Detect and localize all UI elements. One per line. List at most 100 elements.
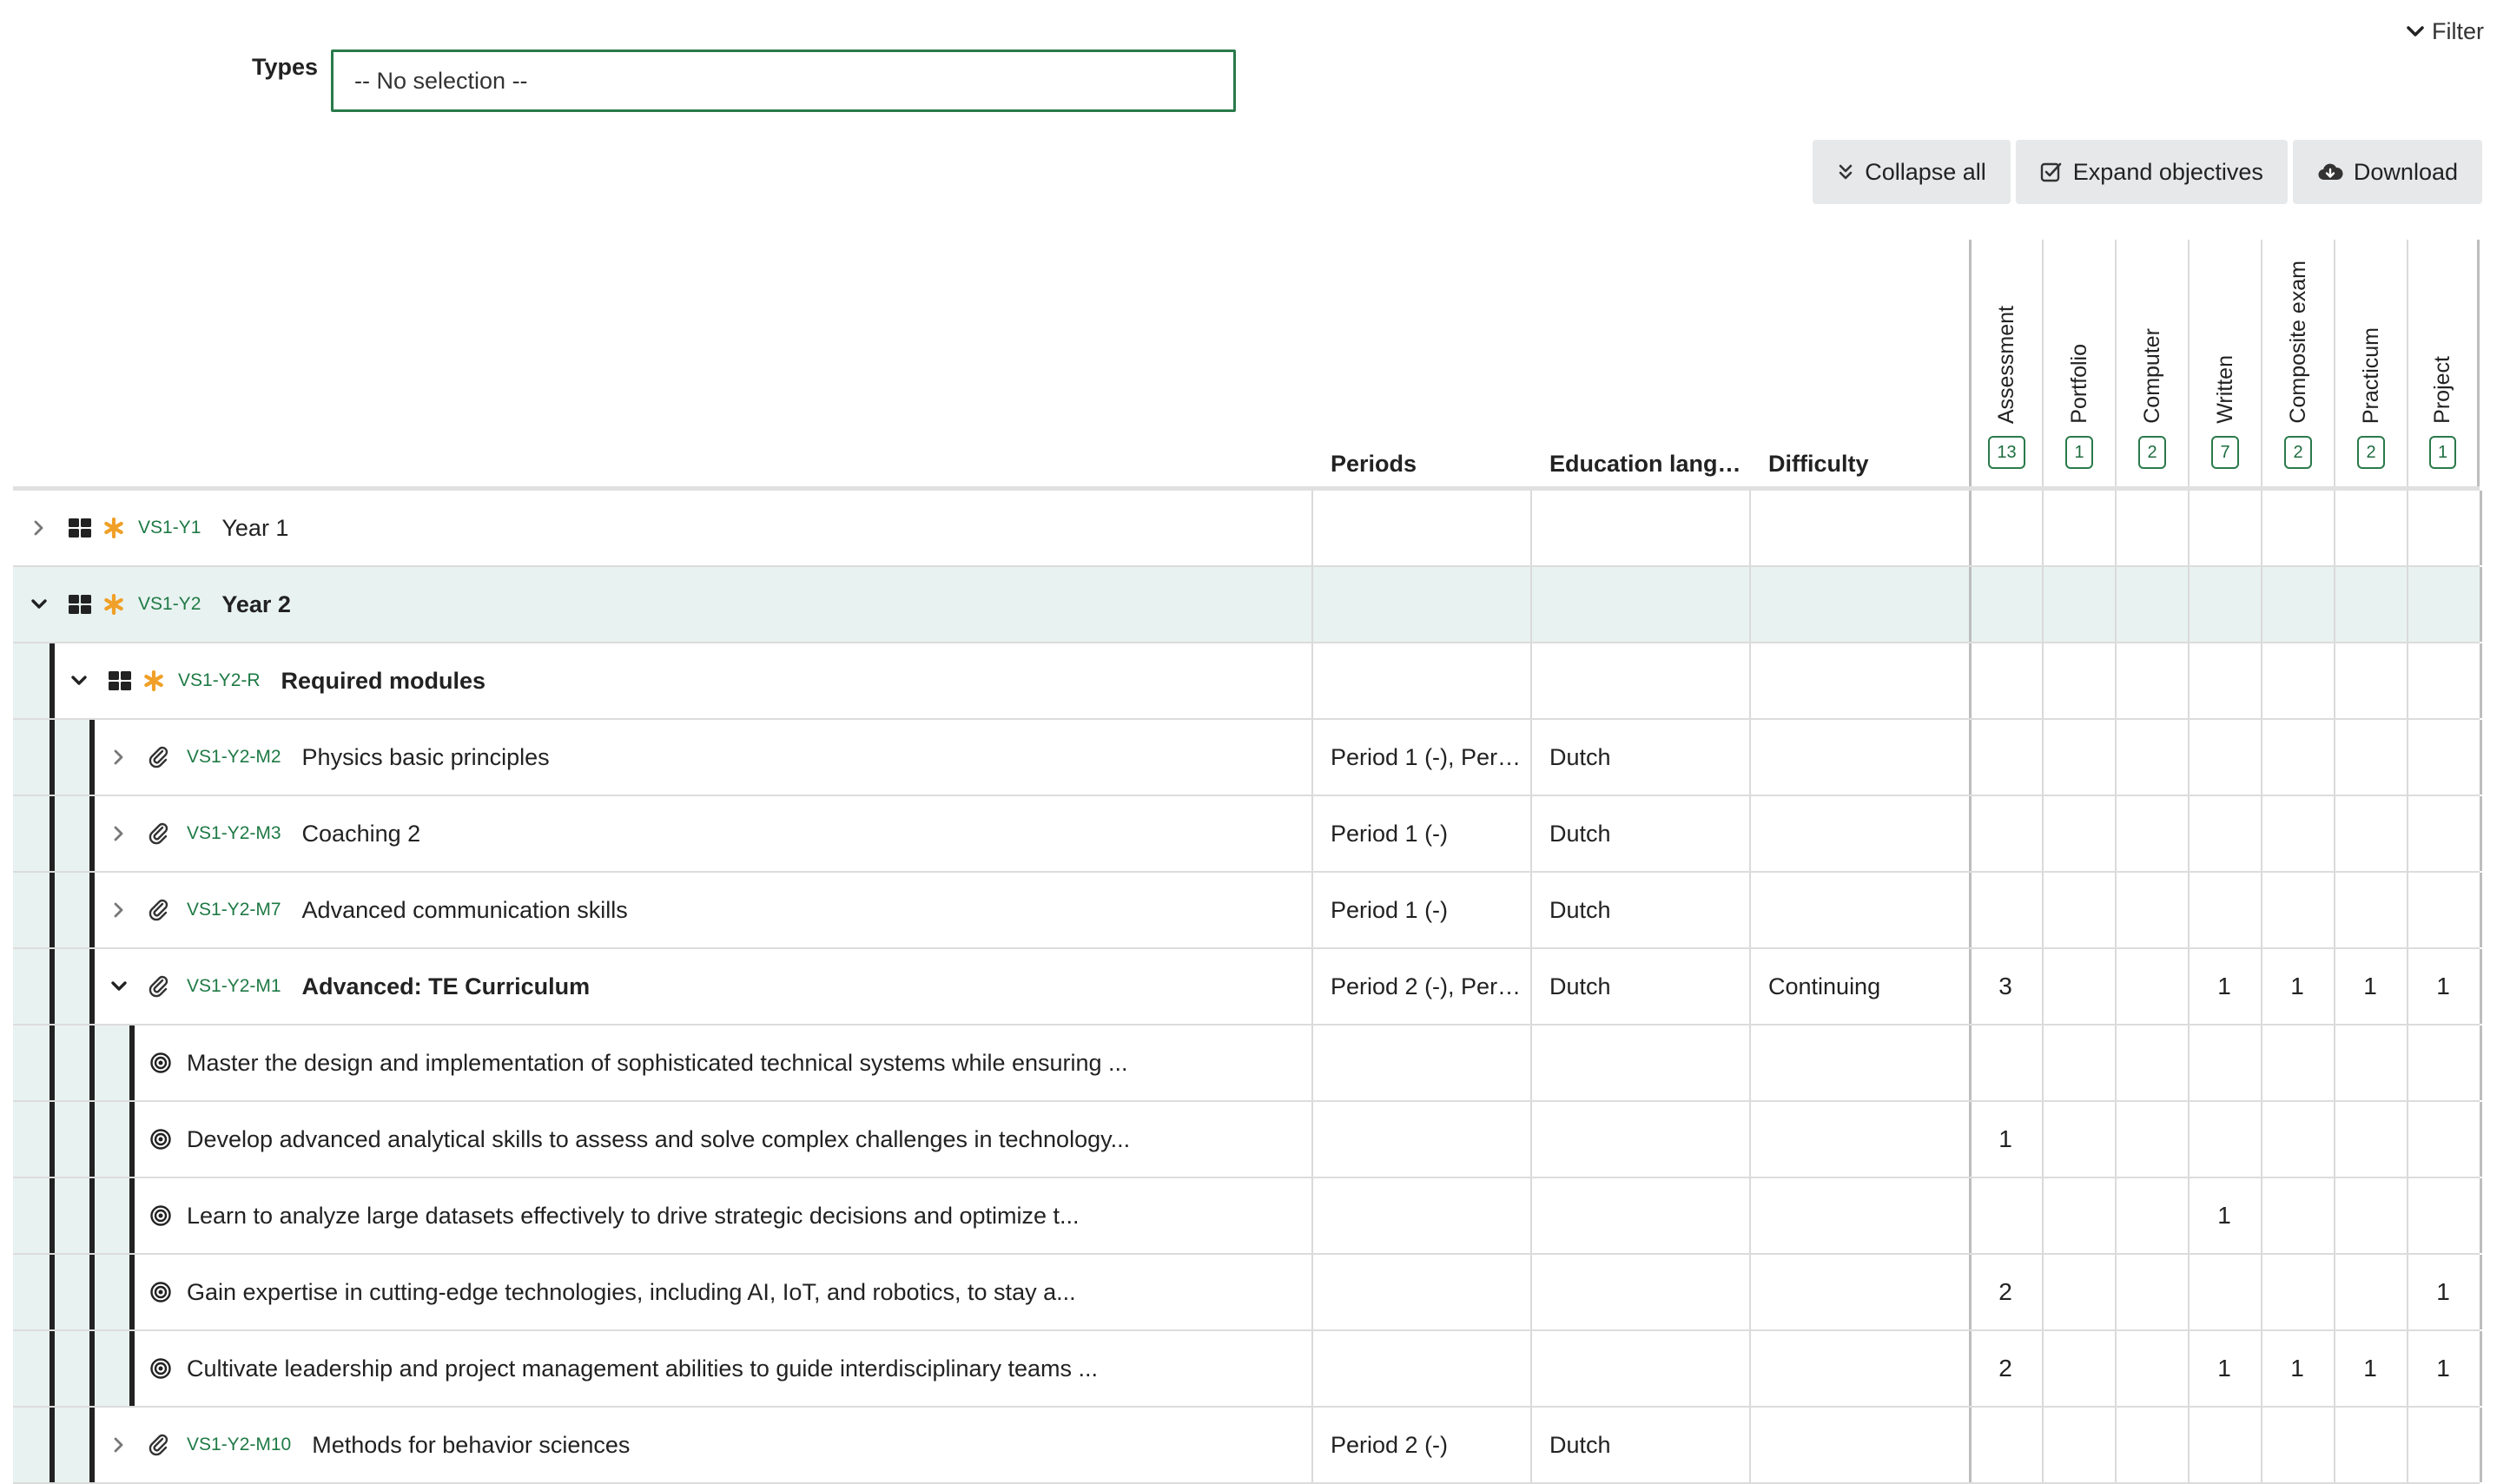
type-column-written[interactable]: Written 7 [2188,240,2261,486]
item-name[interactable]: Advanced communication skills [302,897,628,924]
tree-guide-fill [13,643,50,718]
tree-guide-fill [55,796,89,871]
type-column-computer[interactable]: Computer 2 [2115,240,2188,486]
tree-content: VS1-Y2-M2 Physics basic principles [110,720,550,795]
tree-guide-fill [55,949,89,1024]
download-button[interactable]: Download [2292,140,2482,204]
item-name[interactable]: Physics basic principles [302,744,550,771]
column-divider [2480,491,2482,565]
type-column-practicum[interactable]: Practicum 2 [2334,240,2407,486]
tree-guide-fill [55,1331,89,1406]
type-count-cell [2115,720,2188,795]
column-divider [1749,873,1751,947]
tree-guide [129,1255,135,1329]
collapse-all-button[interactable]: Collapse all [1813,140,2011,204]
asterisk-icon [143,670,164,691]
type-count-cell [1969,720,2042,795]
type-count-cell [2261,720,2334,795]
group-row[interactable]: VS1-Y2-R Required modules [13,643,2482,720]
type-count-cell [2334,1408,2407,1482]
type-count-cell [2334,1255,2407,1329]
column-difficulty[interactable]: Difficulty [1768,451,1869,478]
objective-row[interactable]: Learn to analyze large datasets effectiv… [13,1178,2482,1255]
objective-row[interactable]: Gain expertise in cutting-edge technolog… [13,1255,2482,1331]
type-column-project[interactable]: Project 1 [2407,240,2480,486]
language-cell: Dutch [1549,896,1611,923]
type-count-cell [2042,643,2115,718]
module-row[interactable]: VS1-Y2-M3 Coaching 2 Period 1 (-) Dutch [13,796,2482,873]
tree-guide-fill [13,949,50,1024]
expand-objectives-label: Expand objectives [2072,158,2263,185]
chevron-right-icon[interactable] [110,1436,128,1454]
column-divider [1311,796,1313,871]
chevron-right-icon[interactable] [30,519,48,537]
objective-row[interactable]: Cultivate leadership and project managem… [13,1331,2482,1408]
item-code[interactable]: VS1-Y2-R [178,670,261,691]
column-divider [1530,491,1532,565]
module-row[interactable]: VS1-Y2-M2 Physics basic principles Period … [13,720,2482,796]
type-count-cell [2188,491,2261,565]
column-divider [1311,1178,1313,1253]
type-count-cell: 1 [2290,1355,2304,1382]
type-count-cell [2115,949,2188,1024]
type-count-cell [2407,873,2480,947]
periods-cell: Period 2 (-) [1331,1431,1449,1458]
tree-guide-fill [55,1026,89,1100]
chevron-down-icon[interactable] [30,596,48,613]
item-name[interactable]: Year 2 [221,591,291,618]
column-language[interactable]: Education lang… [1549,451,1741,478]
item-name[interactable]: Coaching 2 [302,821,421,848]
item-name[interactable]: Year 1 [221,515,288,542]
group-row[interactable]: VS1-Y1 Year 1 [13,491,2482,567]
item-code[interactable]: VS1-Y2-M1 [187,976,281,997]
item-code[interactable]: VS1-Y2-M3 [187,823,281,844]
column-divider [1530,567,1532,642]
module-row[interactable]: VS1-Y2-M1 Advanced: TE Curriculum Period 2… [13,949,2482,1026]
item-code[interactable]: VS1-Y2-M7 [187,900,281,920]
type-column-composite-exam[interactable]: Composite exam 2 [2261,240,2334,486]
tree-guide-fill [55,1102,89,1177]
periods-cell: Period 1 (-) [1331,896,1449,923]
item-name[interactable]: Methods for behavior sciences [312,1432,630,1459]
chevron-right-icon[interactable] [110,749,128,766]
chevron-right-icon[interactable] [110,825,128,842]
type-column-assessment[interactable]: Assessment 13 [1969,240,2042,486]
chevron-right-icon[interactable] [110,901,128,919]
filter-toggle[interactable]: Filter [2406,16,2484,47]
type-count-cell [2188,1408,2261,1482]
item-code[interactable]: VS1-Y2 [138,594,201,615]
tree-guide [89,796,95,871]
checkbox-icon [2040,162,2062,182]
item-code[interactable]: VS1-Y2-M2 [187,747,281,768]
type-count-cell [1969,873,2042,947]
column-periods[interactable]: Periods [1331,451,1417,478]
tree-guide [129,1331,135,1406]
expand-objectives-button[interactable]: Expand objectives [2015,140,2288,204]
type-count-cell [2334,1026,2407,1100]
type-column-portfolio[interactable]: Portfolio 1 [2042,240,2115,486]
column-divider [1530,1026,1532,1100]
group-row[interactable]: VS1-Y2 Year 2 [13,567,2482,643]
objective-row[interactable]: Master the design and implementation of … [13,1026,2482,1102]
objective-row[interactable]: Develop advanced analytical skills to as… [13,1102,2482,1178]
type-count-cell [2407,1026,2480,1100]
column-divider [1749,643,1751,718]
item-name[interactable]: Required modules [281,668,486,695]
item-code[interactable]: VS1-Y1 [138,518,201,538]
chevron-down-icon[interactable] [70,672,88,689]
column-divider [1530,720,1532,795]
language-cell: Dutch [1549,973,1611,999]
column-divider [1749,796,1751,871]
type-count-cell [2261,567,2334,642]
column-divider [2480,949,2482,1024]
tree-guide [89,1408,95,1482]
item-code[interactable]: VS1-Y2-M10 [187,1435,291,1455]
type-count-cell [2188,1102,2261,1177]
types-select[interactable]: -- No selection -- [331,49,1236,112]
type-count-cell [2188,643,2261,718]
chevron-down-icon[interactable] [110,978,128,995]
module-row[interactable]: VS1-Y2-M7 Advanced communication skills Pe… [13,873,2482,949]
tree-guide-fill [95,1178,129,1253]
item-name[interactable]: Advanced: TE Curriculum [302,973,591,1000]
tree-guide-fill [13,1255,50,1329]
